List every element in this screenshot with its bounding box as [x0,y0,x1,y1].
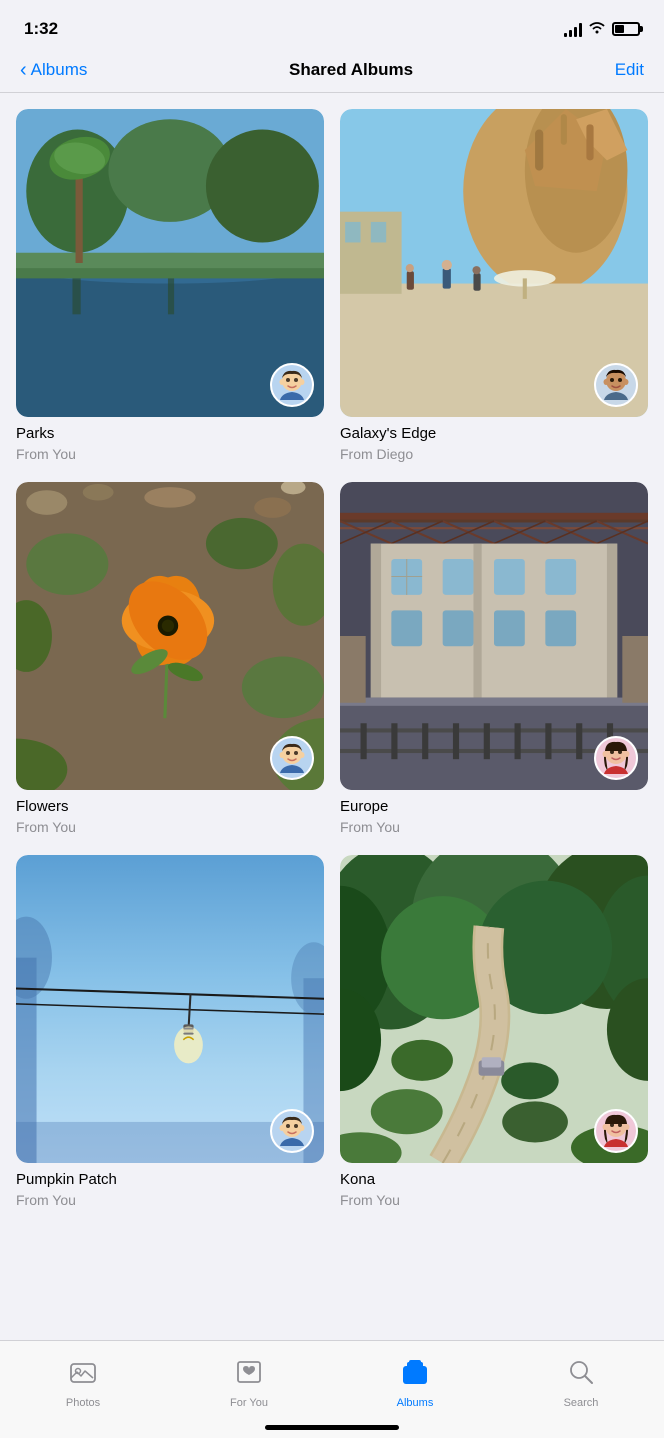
home-indicator [265,1425,399,1430]
albums-grid: Parks From You [0,93,664,1208]
albums-icon [401,1358,429,1393]
albums-tab-label: Albums [397,1397,434,1409]
tab-albums[interactable]: Albums [332,1350,498,1409]
status-time: 1:32 [24,19,58,39]
tab-bar: Photos For You Albums Search [0,1340,664,1438]
avatar-pumpkin-patch [270,1109,314,1153]
album-from-flowers: From You [16,819,324,835]
tab-for-you[interactable]: For You [166,1350,332,1409]
album-name-parks: Parks [16,425,324,442]
album-thumb-flowers [16,482,324,790]
album-from-galaxys-edge: From Diego [340,446,648,462]
back-label: Albums [31,60,88,80]
album-item-europe[interactable]: Europe From You [340,482,648,835]
back-chevron-icon: ‹ [20,60,27,80]
for-you-icon [235,1358,263,1393]
for-you-tab-label: For You [230,1397,268,1409]
album-thumb-galaxys-edge [340,109,648,417]
album-from-kona: From You [340,1192,648,1208]
tab-photos[interactable]: Photos [0,1350,166,1409]
album-item-flowers[interactable]: Flowers From You [16,482,324,835]
album-thumb-europe [340,482,648,790]
photos-icon [69,1358,97,1393]
page-title: Shared Albums [289,60,413,80]
album-name-kona: Kona [340,1171,648,1188]
wifi-icon [588,20,606,39]
edit-button[interactable]: Edit [615,60,644,80]
battery-icon [612,22,640,36]
album-thumb-pumpkin-patch [16,855,324,1163]
album-name-europe: Europe [340,798,648,815]
search-icon [567,1358,595,1393]
album-name-pumpkin-patch: Pumpkin Patch [16,1171,324,1188]
avatar-europe [594,736,638,780]
avatar-parks [270,363,314,407]
photos-tab-label: Photos [66,1397,100,1409]
status-icons [564,20,640,39]
album-name-flowers: Flowers [16,798,324,815]
avatar-galaxys-edge [594,363,638,407]
album-name-galaxys-edge: Galaxy's Edge [340,425,648,442]
avatar-flowers [270,736,314,780]
album-thumb-parks [16,109,324,417]
signal-icon [564,21,582,37]
album-item-kona[interactable]: Kona From You [340,855,648,1208]
album-from-parks: From You [16,446,324,462]
album-item-parks[interactable]: Parks From You [16,109,324,462]
back-button[interactable]: ‹ Albums [20,60,87,80]
nav-header: ‹ Albums Shared Albums Edit [0,52,664,93]
avatar-kona [594,1109,638,1153]
tab-search[interactable]: Search [498,1350,664,1409]
search-tab-label: Search [564,1397,599,1409]
album-from-pumpkin-patch: From You [16,1192,324,1208]
status-bar: 1:32 [0,0,664,52]
album-item-galaxys-edge[interactable]: Galaxy's Edge From Diego [340,109,648,462]
album-thumb-kona [340,855,648,1163]
album-item-pumpkin-patch[interactable]: Pumpkin Patch From You [16,855,324,1208]
album-from-europe: From You [340,819,648,835]
